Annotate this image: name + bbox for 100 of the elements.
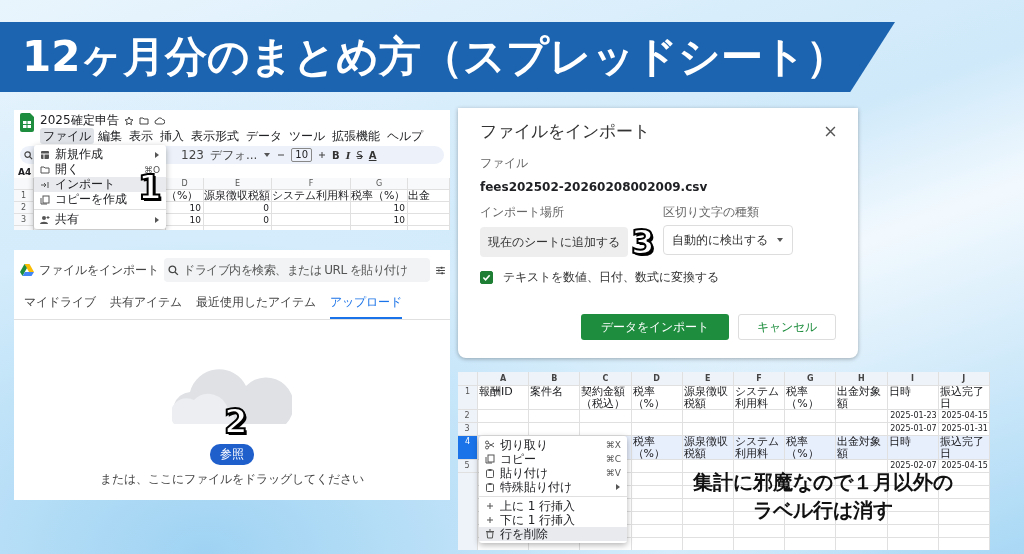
table-cell: 税率（%）	[631, 436, 683, 460]
browse-button[interactable]: 参照	[210, 444, 254, 465]
table-cell	[631, 410, 683, 423]
table-cell: 出金	[408, 190, 450, 202]
table-cell	[580, 410, 632, 423]
table-cell: 日時	[887, 436, 939, 460]
table-cell: 契約金額（税込）	[580, 386, 632, 410]
menu-bar-item[interactable]: ヘルプ	[384, 128, 426, 144]
field-label: ファイル	[480, 155, 529, 172]
menu-item[interactable]: 新規作成	[34, 147, 166, 162]
search-icon[interactable]	[24, 150, 33, 160]
column-header[interactable]: E	[682, 372, 734, 386]
table-cell: 源泉徴収税額	[682, 386, 734, 410]
menu-bar-item[interactable]: 挿入	[157, 128, 187, 144]
menu-item[interactable]: 行を削除	[479, 527, 627, 541]
row-header[interactable]: 4	[458, 436, 478, 460]
menu-item-label: コピー	[500, 451, 536, 467]
row-header[interactable]: 3	[458, 423, 478, 436]
menu-bar-item[interactable]: 拡張機能	[329, 128, 383, 144]
row-header[interactable]: 1	[458, 386, 478, 410]
menu-item[interactable]: 貼り付け ⌘V	[479, 466, 627, 480]
plus-icon[interactable]	[318, 151, 327, 159]
tab[interactable]: マイドライブ	[24, 290, 96, 319]
table-cell: 2025-04-15	[938, 410, 990, 423]
menu-item[interactable]: コピー ⌘C	[479, 452, 627, 466]
column-header[interactable]: J	[938, 372, 990, 386]
column-header[interactable]: G	[351, 178, 408, 190]
column-header[interactable]: A	[478, 372, 530, 386]
shortcut-label: ⌘C	[605, 454, 621, 464]
table-cell: 0	[204, 202, 272, 214]
row-header[interactable]: 2	[14, 202, 34, 214]
folder-icon[interactable]	[138, 115, 149, 126]
separator-dropdown[interactable]: 自動的に検出する	[662, 225, 793, 255]
menu-item-label: 下に 1 行挿入	[500, 512, 576, 528]
sheets-logo-icon	[20, 113, 34, 132]
column-header[interactable]: H	[836, 372, 888, 386]
tab[interactable]: 最近使用したアイテム	[196, 290, 316, 319]
menu-bar-item[interactable]: 編集	[95, 128, 125, 144]
menu-bar-item[interactable]: ファイル	[40, 128, 94, 144]
menu-bar-item[interactable]: ツール	[286, 128, 328, 144]
table-cell: 日時	[887, 386, 939, 410]
menu-bar-item[interactable]: 表示	[126, 128, 156, 144]
table-cell: 源泉徴収税額	[204, 190, 272, 202]
cloud-icon[interactable]	[153, 115, 165, 126]
table-cell	[478, 410, 530, 423]
tab[interactable]: 共有アイテム	[110, 290, 182, 319]
cancel-button[interactable]: キャンセル	[738, 314, 836, 340]
filter-icon[interactable]	[435, 264, 446, 276]
table-cell: 2025-02-07	[887, 460, 939, 473]
column-header[interactable]: I	[887, 372, 939, 386]
caret-icon	[615, 483, 621, 491]
row-header[interactable]: 1	[14, 190, 34, 202]
person-add-icon	[40, 214, 50, 225]
row-header[interactable]: 2	[458, 410, 478, 423]
strikethrough-button[interactable]: S	[356, 149, 363, 161]
row-header[interactable]: 5	[458, 460, 478, 473]
table-cell	[733, 410, 786, 423]
dialog-title: ファイルをインポート	[39, 261, 159, 279]
menu-item[interactable]: 特殊貼り付け	[479, 480, 627, 494]
text-color-button[interactable]: A	[368, 149, 377, 161]
copy-icon	[485, 454, 495, 464]
column-header[interactable]: B	[529, 372, 581, 386]
import-button[interactable]: データをインポート	[581, 314, 729, 340]
font-size-field[interactable]: 10	[291, 148, 313, 162]
column-header[interactable]: F	[733, 372, 786, 386]
folder-icon	[40, 164, 50, 175]
number-format-button[interactable]: 123	[181, 148, 204, 162]
shortcut-label: ⌘V	[605, 468, 621, 478]
step-number: 2	[224, 404, 248, 438]
bold-button[interactable]: B	[332, 149, 340, 161]
menu-item-label: 切り取り	[500, 436, 548, 453]
tab[interactable]: アップロード	[330, 290, 402, 319]
table-cell: システム利用料	[272, 190, 351, 202]
name-box[interactable]: A4	[18, 166, 32, 178]
column-header[interactable]: G	[785, 372, 837, 386]
table-cell	[785, 460, 837, 473]
location-dropdown[interactable]: 現在のシートに追加する	[480, 227, 628, 257]
table-cell: 案件名	[529, 386, 581, 410]
banner-title: 12ヶ月分のまとめ方（スプレッドシート）	[21, 31, 849, 83]
star-icon[interactable]	[123, 115, 134, 126]
menu-item-label: 特殊貼り付け	[500, 479, 572, 496]
menu-item[interactable]: 共有	[34, 212, 166, 227]
table-cell: 0	[204, 214, 272, 226]
checkbox[interactable]	[480, 271, 493, 284]
menu-item[interactable]: 上に 1 行挿入	[479, 499, 627, 513]
table-cell	[836, 410, 888, 423]
italic-button[interactable]: I	[345, 149, 351, 161]
search-field[interactable]: ドライブ内を検索、または URL を貼り付け	[164, 258, 430, 282]
column-header[interactable]: E	[204, 178, 272, 190]
menu-bar-item[interactable]: データ	[243, 128, 285, 144]
column-header[interactable]: C	[580, 372, 632, 386]
column-header[interactable]: D	[631, 372, 683, 386]
menu-item[interactable]: 切り取り ⌘X	[479, 438, 627, 452]
font-dropdown[interactable]: デフォ...	[209, 146, 258, 164]
row-header[interactable]: 3	[14, 214, 34, 226]
menu-item[interactable]: 下に 1 行挿入	[479, 513, 627, 527]
close-icon[interactable]	[825, 126, 836, 137]
menu-bar-item[interactable]: 表示形式	[188, 128, 242, 144]
column-header[interactable]: D	[166, 178, 204, 190]
column-header[interactable]: F	[272, 178, 351, 190]
